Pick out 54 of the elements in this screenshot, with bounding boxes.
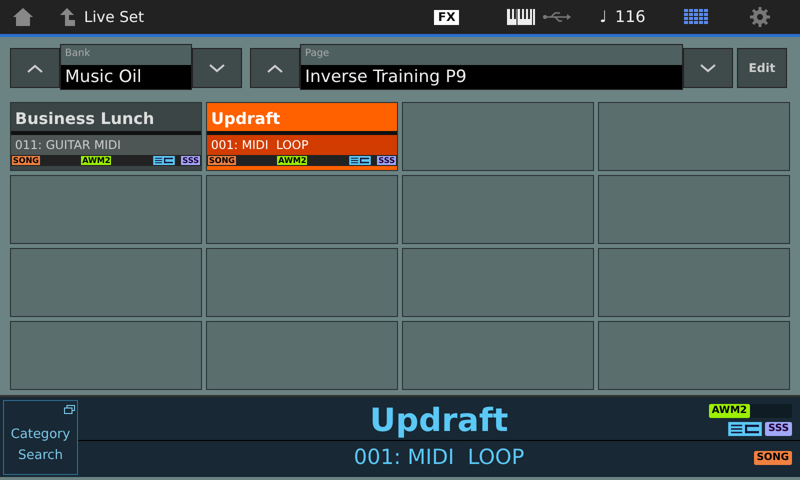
window-icon: [64, 405, 75, 414]
page-label: Page: [301, 45, 682, 65]
sss-tag: SSS: [181, 156, 200, 165]
empty-slot[interactable]: [402, 102, 594, 171]
empty-slot[interactable]: [206, 248, 398, 317]
down-button[interactable]: [683, 48, 733, 88]
keyboard-icon[interactable]: [507, 9, 536, 25]
caret-down-icon: [698, 63, 718, 73]
song-tag: SONG: [12, 156, 40, 165]
empty-slot[interactable]: [402, 248, 594, 317]
empty-slot[interactable]: [10, 248, 202, 317]
awm-tag: AWM2: [708, 404, 750, 418]
awm-tag: AWM2: [81, 156, 112, 165]
category-search-button[interactable]: Category Search: [3, 400, 78, 475]
empty-slot[interactable]: [598, 321, 790, 390]
bank-label: Bank: [61, 45, 191, 65]
empty-slot[interactable]: [598, 175, 790, 244]
tempo-value[interactable]: 116: [615, 5, 646, 29]
empty-slot[interactable]: [206, 321, 398, 390]
empty-slot[interactable]: [10, 175, 202, 244]
screen-title: Live Set: [84, 6, 144, 28]
up-arrow-icon[interactable]: [58, 7, 76, 27]
part-title: 001: MIDI LOOP: [352, 444, 526, 471]
performance-slot[interactable]: Business Lunch 011: GUITAR MIDI SONG AWM2 SSS: [10, 102, 202, 171]
edit-button[interactable]: Edit: [737, 48, 787, 88]
performance-title: Updraft: [368, 400, 510, 440]
empty-slot[interactable]: [598, 102, 790, 171]
page-value[interactable]: Inverse Training P9: [301, 65, 682, 89]
awm-tag: AWM2: [277, 156, 308, 165]
settings-icon[interactable]: [750, 7, 770, 27]
empty-slot[interactable]: [598, 248, 790, 317]
up-button[interactable]: [10, 48, 60, 88]
empty-slot[interactable]: [10, 321, 202, 390]
sss-tag: SSS: [377, 156, 396, 165]
fx-button[interactable]: FX: [434, 10, 460, 24]
bank-value[interactable]: Music Oil: [61, 65, 191, 89]
note-icon: ♩: [599, 5, 608, 29]
home-icon[interactable]: [12, 7, 34, 27]
caret-up-icon: [265, 63, 285, 73]
performance-slot[interactable]: Updraft 001: MIDI LOOP SONG AWM2 SSS: [206, 102, 398, 171]
grid-icon[interactable]: [684, 9, 708, 25]
song-tag: SONG: [754, 450, 792, 464]
up-button[interactable]: [250, 48, 300, 88]
usb-icon: [543, 11, 572, 23]
sss-tag: SSS: [765, 422, 792, 436]
caret-down-icon: [207, 63, 227, 73]
down-button[interactable]: [192, 48, 242, 88]
empty-slot[interactable]: [402, 175, 594, 244]
part-name: 011: GUITAR MIDI: [11, 135, 201, 155]
song-tag: SONG: [208, 156, 236, 165]
caret-up-icon: [25, 63, 45, 73]
part-name: 001: MIDI LOOP: [207, 135, 397, 155]
empty-slot[interactable]: [206, 175, 398, 244]
empty-slot[interactable]: [402, 321, 594, 390]
